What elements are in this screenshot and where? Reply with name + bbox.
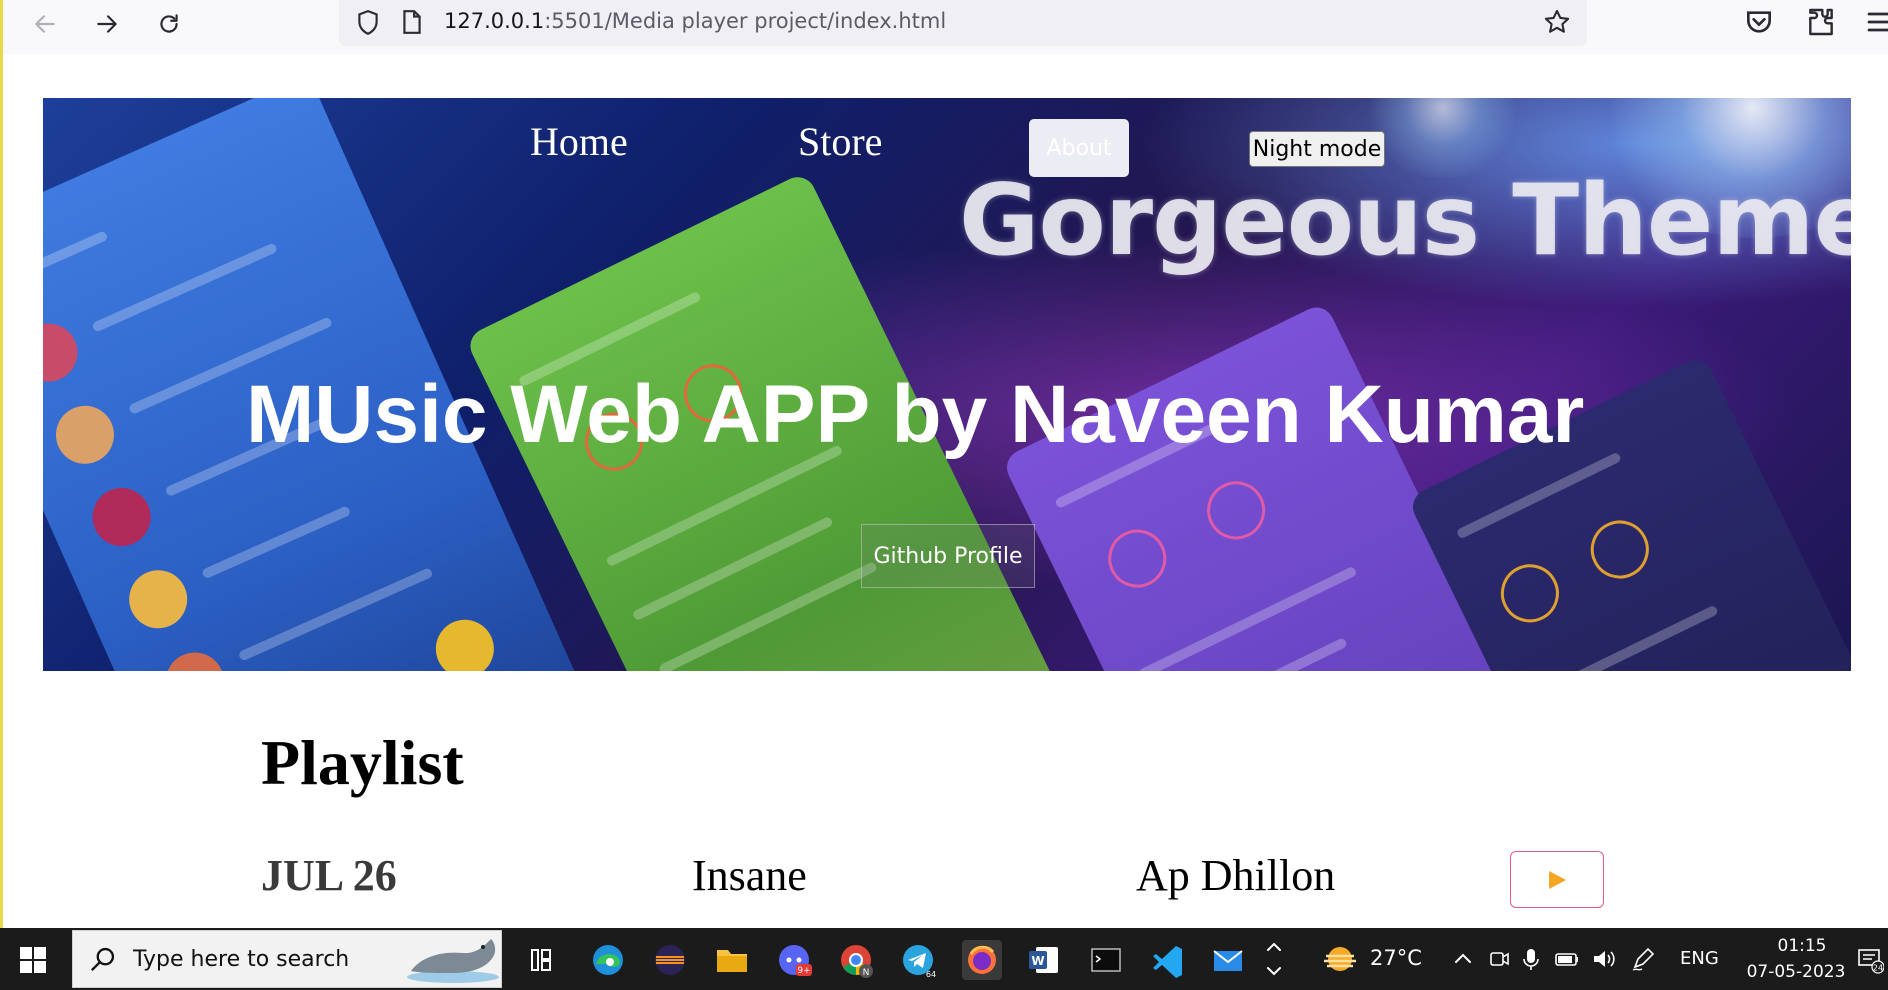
- play-button[interactable]: [1510, 851, 1604, 908]
- svg-text:64: 64: [926, 970, 936, 979]
- taskbar-scroll-chevron-icon[interactable]: [1262, 934, 1286, 984]
- notification-count: 24: [1873, 964, 1883, 973]
- search-placeholder: Type here to search: [133, 947, 350, 972]
- hero-title: MUsic Web APP by Naveen Kumar: [246, 369, 1585, 460]
- chrome-browser-icon[interactable]: N: [836, 940, 876, 980]
- vscode-icon[interactable]: [1148, 940, 1188, 980]
- banner-image-text: Gorgeous Theme: [959, 164, 1851, 278]
- command-prompt-icon[interactable]: [1086, 940, 1126, 980]
- play-icon: [1549, 870, 1566, 889]
- page-border: [0, 54, 3, 928]
- seal-illustration-icon: [407, 939, 499, 983]
- windows-start-icon[interactable]: [20, 947, 46, 973]
- url-host: 127.0.0.1: [444, 9, 545, 33]
- address-bar[interactable]: 127.0.0.1:5501/Media player project/inde…: [339, 0, 1587, 46]
- nav-about-button[interactable]: About: [1029, 119, 1129, 177]
- discord-icon[interactable]: 9+: [774, 940, 814, 980]
- svg-text:N: N: [863, 968, 870, 978]
- track-artist: Ap Dhillon: [1136, 851, 1336, 900]
- hero-banner: Gorgeous Theme Home Store About Night mo…: [43, 98, 1851, 671]
- screen: 127.0.0.1:5501/Media player project/inde…: [0, 0, 1888, 990]
- eclipse-ide-icon[interactable]: [650, 940, 690, 980]
- task-view-icon[interactable]: [520, 940, 560, 980]
- shield-icon[interactable]: [355, 9, 381, 37]
- input-language[interactable]: ENG: [1680, 948, 1719, 969]
- back-arrow-icon: [35, 15, 55, 33]
- svg-text:W: W: [1031, 954, 1044, 968]
- notification-center-icon[interactable]: 24: [1856, 946, 1884, 974]
- file-explorer-icon[interactable]: [712, 940, 752, 980]
- track-title: Insane: [692, 851, 807, 900]
- weather-temperature[interactable]: 27°C: [1370, 946, 1422, 970]
- github-profile-button[interactable]: Github Profile: [861, 524, 1035, 588]
- forward-button[interactable]: [87, 4, 127, 44]
- extensions-icon[interactable]: [1805, 6, 1837, 38]
- edge-browser-icon[interactable]: [588, 940, 628, 980]
- playlist-heading: Playlist: [261, 727, 464, 798]
- reload-icon: [160, 14, 178, 33]
- word-icon[interactable]: W: [1024, 940, 1064, 980]
- microphone-icon[interactable]: [1518, 946, 1544, 972]
- track-row: JUL 26 Insane Ap Dhillon: [0, 850, 1888, 910]
- reload-button[interactable]: [149, 4, 189, 44]
- clock-time[interactable]: 01:15: [1754, 936, 1850, 956]
- telegram-icon[interactable]: 64: [898, 940, 938, 980]
- track-date: JUL 26: [261, 851, 397, 900]
- url-text[interactable]: 127.0.0.1:5501/Media player project/inde…: [444, 9, 946, 33]
- browser-toolbar: 127.0.0.1:5501/Media player project/inde…: [0, 0, 1888, 54]
- menu-hamburger-icon[interactable]: [1865, 6, 1888, 38]
- forward-arrow-icon: [97, 15, 117, 33]
- weather-sun-icon[interactable]: [1318, 942, 1362, 976]
- back-button[interactable]: [25, 4, 65, 44]
- taskbar-search-box[interactable]: Type here to search: [72, 930, 502, 988]
- search-icon: [91, 947, 115, 971]
- nav-home-link[interactable]: Home: [530, 118, 628, 165]
- clock-date[interactable]: 07-05-2023: [1736, 962, 1856, 982]
- nav-store-link[interactable]: Store: [798, 118, 882, 165]
- pen-workspace-icon[interactable]: [1630, 946, 1656, 972]
- firefox-icon[interactable]: [962, 940, 1002, 980]
- mail-icon[interactable]: [1208, 940, 1248, 980]
- svg-text:9+: 9+: [797, 966, 810, 976]
- night-mode-button[interactable]: Night mode: [1249, 131, 1385, 167]
- url-path: :5501/Media player project/index.html: [544, 9, 947, 33]
- show-hidden-icons-chevron-icon[interactable]: [1450, 946, 1476, 972]
- volume-icon[interactable]: [1590, 946, 1616, 972]
- page-icon[interactable]: [401, 9, 423, 35]
- pocket-icon[interactable]: [1743, 6, 1775, 38]
- taskbar: Type here to search 9+ N 64 W 27°C ENG 0…: [0, 928, 1888, 990]
- battery-icon[interactable]: [1554, 946, 1580, 972]
- bookmark-star-icon[interactable]: [1543, 8, 1571, 36]
- meet-now-icon[interactable]: [1486, 946, 1512, 972]
